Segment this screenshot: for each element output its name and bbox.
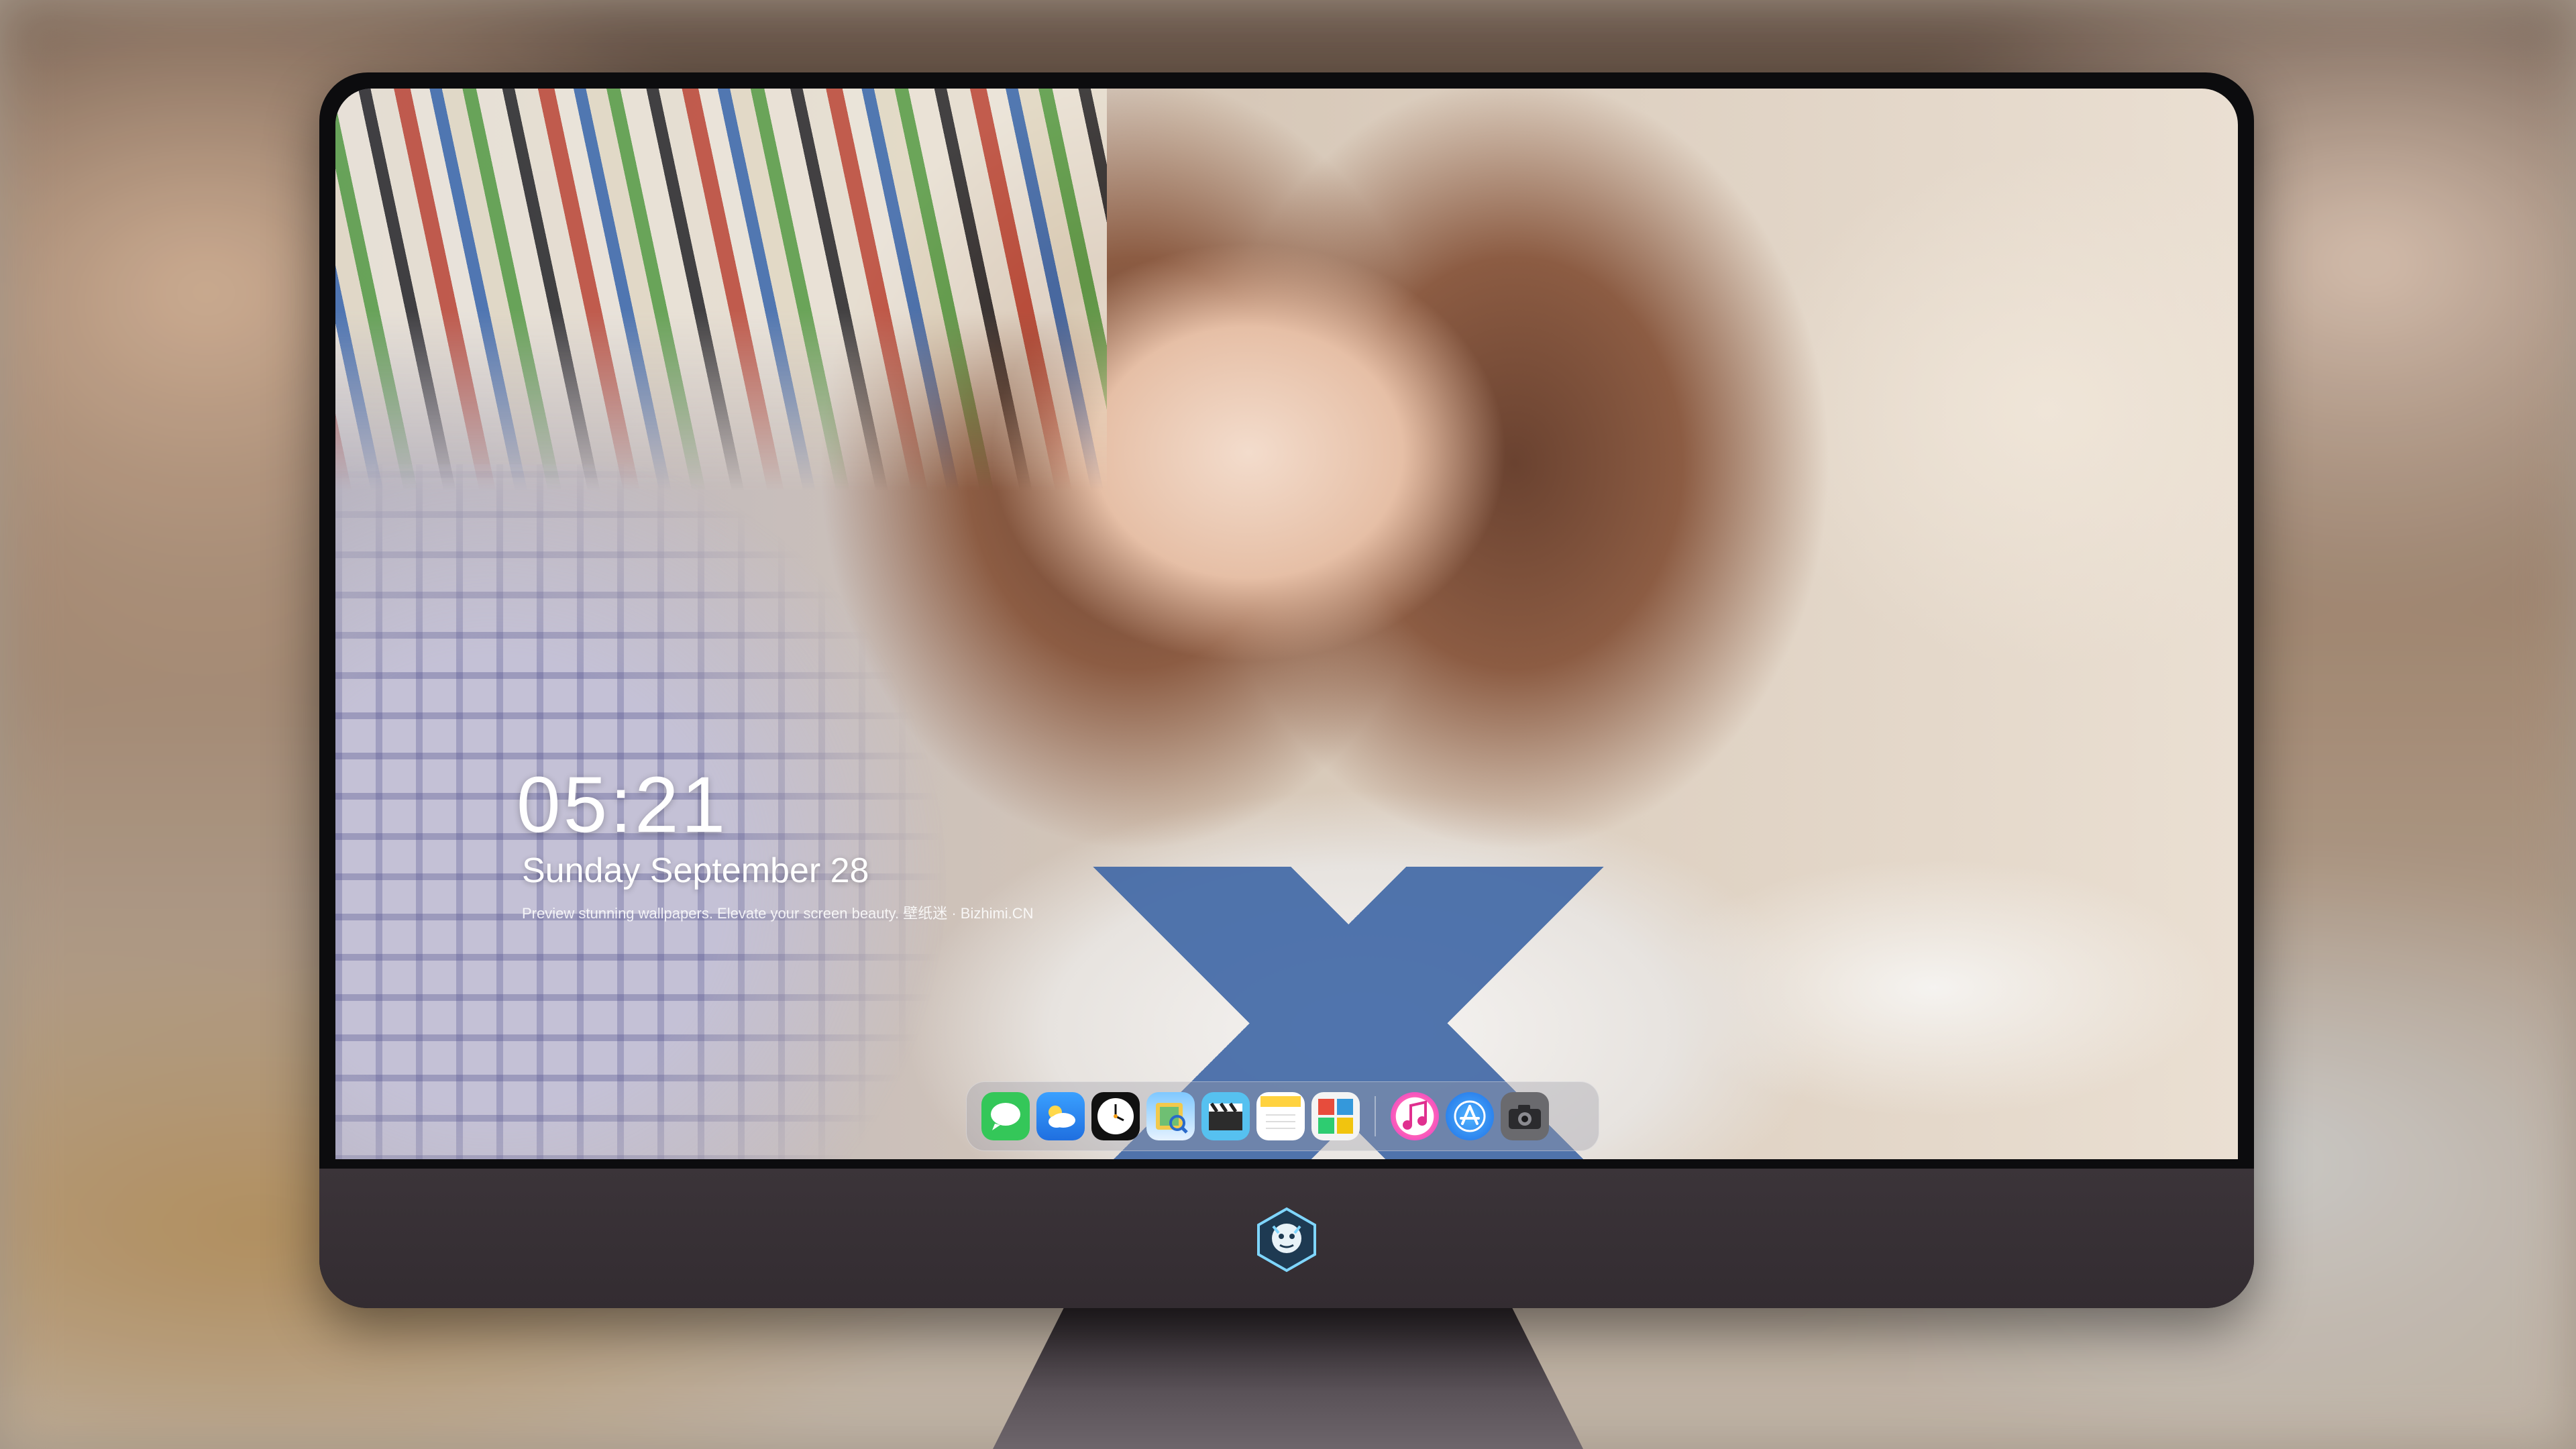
music-icon[interactable] — [1391, 1092, 1439, 1140]
wallpaper-tagline: Preview stunning wallpapers. Elevate you… — [522, 905, 1034, 922]
monitor-stand — [993, 1308, 1583, 1449]
wallpaper-bookshelf — [335, 89, 1107, 491]
preview-icon[interactable] — [1146, 1092, 1195, 1140]
dock — [966, 1081, 1599, 1151]
lockscreen-time: 05:21 — [517, 761, 729, 849]
lockscreen-date: Sunday September 28 — [522, 851, 869, 890]
screen: 05:21 Sunday September 28 Preview stunni… — [335, 89, 2238, 1159]
notes-icon[interactable] — [1256, 1092, 1305, 1140]
photo-booth-icon[interactable] — [1311, 1092, 1360, 1140]
weather-icon[interactable] — [1036, 1092, 1085, 1140]
dock-separator — [1375, 1096, 1376, 1136]
monitor-frame: 05:21 Sunday September 28 Preview stunni… — [319, 72, 2254, 1308]
camera-icon[interactable] — [1501, 1092, 1549, 1140]
clock-icon[interactable] — [1091, 1092, 1140, 1140]
messages-icon[interactable] — [981, 1092, 1030, 1140]
brand-logo-icon — [1253, 1206, 1320, 1273]
app-store-icon[interactable] — [1446, 1092, 1494, 1140]
clapper-icon[interactable] — [1201, 1092, 1250, 1140]
wallpaper-blanket — [335, 464, 1140, 1159]
monitor-chin — [319, 1169, 2254, 1308]
